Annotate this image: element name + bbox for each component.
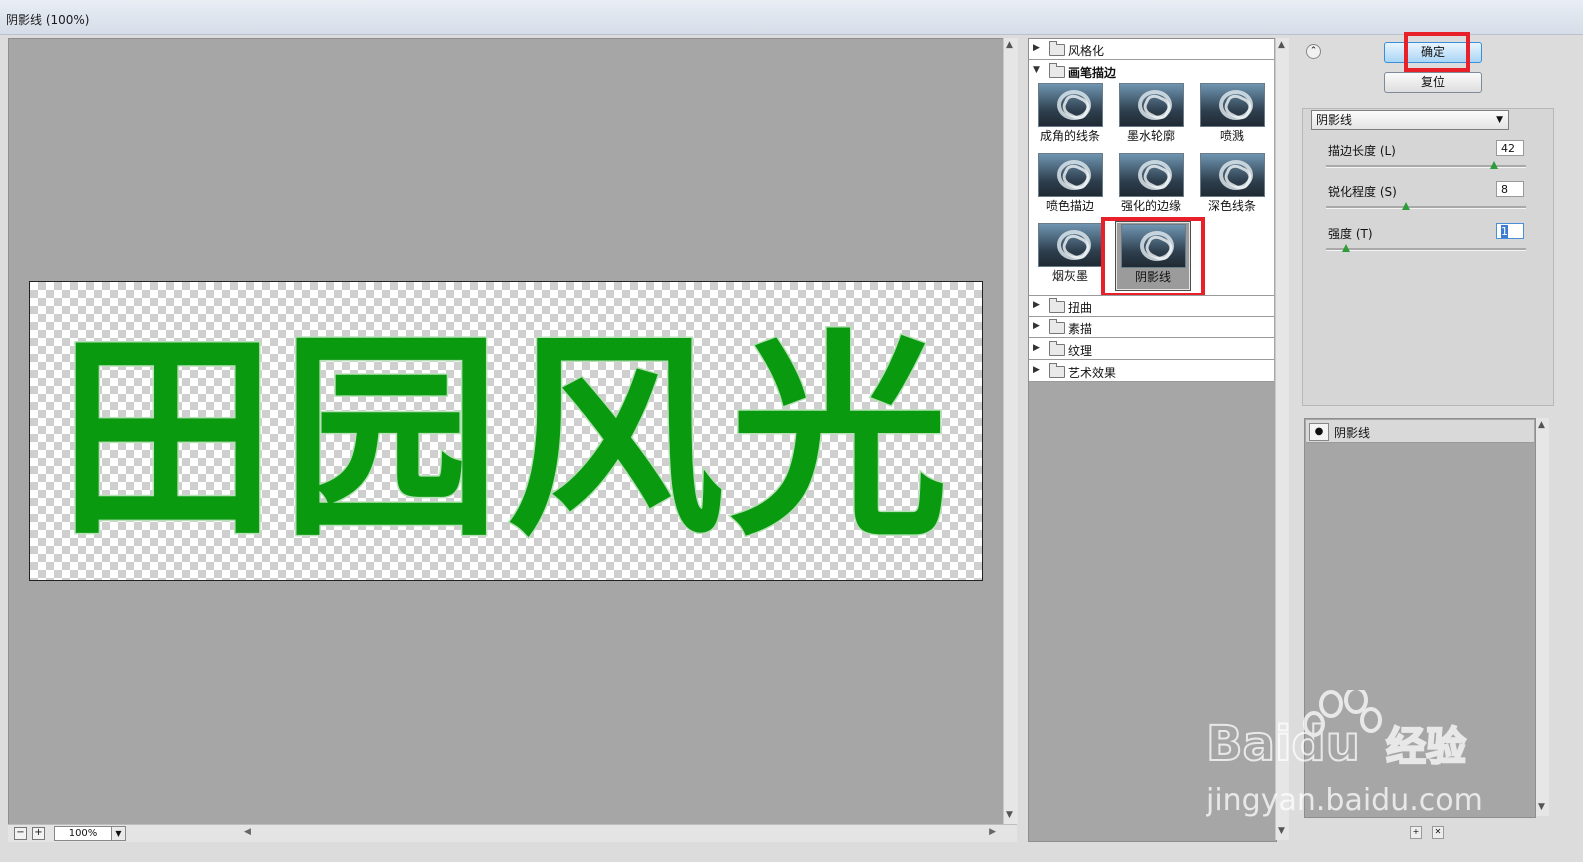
- scroll-right-icon[interactable]: ▶: [989, 827, 996, 837]
- scroll-down-icon[interactable]: ▼: [1278, 826, 1285, 836]
- sharpness-input[interactable]: 8: [1496, 181, 1524, 197]
- stroke-length-input[interactable]: 42: [1496, 140, 1524, 156]
- filter-label: 烟灰墨: [1051, 269, 1088, 283]
- window-title: 阴影线 (100%): [6, 13, 90, 27]
- stroke-length-slider[interactable]: [1326, 161, 1526, 169]
- effect-layer-label: 阴影线: [1334, 426, 1371, 440]
- selected-filter-highlight: [1101, 217, 1205, 297]
- slider-knob[interactable]: [1402, 202, 1410, 210]
- gallery-list: ▶ 风格化 ▼ 画笔描边 成角的线条 墨水轮廓 喷溅 喷色描边 强化的边缘 深色…: [1029, 39, 1274, 382]
- scroll-down-icon[interactable]: ▼: [1538, 802, 1545, 812]
- collapse-arrow-icon[interactable]: ▼: [1033, 65, 1040, 75]
- filter-label: 成角的线条: [1039, 129, 1100, 143]
- stroke-length-label: 描边长度 (L): [1328, 144, 1396, 158]
- zoom-level-field[interactable]: 100%: [54, 826, 112, 841]
- filter-preview-image: [1119, 83, 1184, 127]
- collapse-gallery-icon[interactable]: ⌃: [1306, 44, 1321, 59]
- category-texture[interactable]: ▶ 纹理: [1029, 339, 1274, 360]
- category-label: 风格化: [1068, 44, 1105, 58]
- folder-open-icon: [1049, 63, 1065, 78]
- folder-icon: [1049, 363, 1065, 378]
- window-titlebar: 阴影线 (100%): [0, 0, 1583, 35]
- filter-preview-image: [1038, 83, 1103, 127]
- category-distort[interactable]: ▶ 扭曲: [1029, 295, 1274, 317]
- preview-text: 田园风光: [58, 313, 954, 566]
- filter-preview-image: [1200, 153, 1265, 197]
- category-artistic[interactable]: ▶ 艺术效果: [1029, 361, 1274, 382]
- eye-visibility-icon[interactable]: ●: [1309, 423, 1329, 441]
- folder-icon: [1049, 298, 1065, 313]
- strength-slider[interactable]: [1326, 244, 1526, 252]
- filter-preview-image: [1200, 83, 1265, 127]
- filter-thumb-spatter[interactable]: 喷溅: [1199, 83, 1265, 145]
- expand-arrow-icon[interactable]: ▶: [1033, 321, 1040, 331]
- effect-layer-row[interactable]: ● 阴影线: [1306, 420, 1534, 443]
- reset-button[interactable]: 复位: [1384, 72, 1482, 93]
- filter-label: 喷溅: [1219, 129, 1244, 143]
- category-label: 素描: [1068, 322, 1093, 336]
- category-label: 画笔描边: [1068, 66, 1117, 80]
- slider-knob[interactable]: [1342, 244, 1350, 252]
- scroll-down-icon[interactable]: ▼: [1006, 810, 1013, 820]
- dropdown-arrow-icon[interactable]: ▼: [1496, 111, 1503, 129]
- zoom-out-button[interactable]: −: [14, 827, 27, 840]
- scroll-up-icon[interactable]: ▲: [1006, 40, 1013, 50]
- filter-label: 深色线条: [1207, 199, 1256, 213]
- filter-preview-image: [1038, 223, 1103, 267]
- sharpness-label: 锐化程度 (S): [1328, 185, 1397, 199]
- expand-arrow-icon[interactable]: ▶: [1033, 43, 1040, 53]
- preview-text-art: 田园风光: [57, 312, 954, 568]
- expand-arrow-icon[interactable]: ▶: [1033, 343, 1040, 353]
- expand-arrow-icon[interactable]: ▶: [1033, 365, 1040, 375]
- filter-label: 喷色描边: [1045, 199, 1094, 213]
- filter-preview-image: [1119, 153, 1184, 197]
- folder-icon: [1049, 319, 1065, 334]
- expand-arrow-icon[interactable]: ▶: [1033, 300, 1040, 310]
- layers-scrollbar[interactable]: ▲ ▼: [1536, 418, 1549, 816]
- preview-canvas: 田园风光: [29, 281, 983, 581]
- filter-select[interactable]: 阴影线 ▼: [1311, 110, 1509, 130]
- category-label: 扭曲: [1068, 301, 1093, 315]
- category-label: 艺术效果: [1068, 366, 1117, 380]
- sharpness-slider[interactable]: [1326, 202, 1526, 210]
- preview-horizontal-scrollbar[interactable]: ◀ ▶: [240, 827, 1000, 839]
- folder-icon: [1049, 41, 1065, 56]
- watermark-brand: Baidu: [1206, 716, 1360, 772]
- baidu-jingyan-watermark: Baidu 经验 jingyan.baidu.com: [1205, 686, 1506, 820]
- baidu-paw-logo: Baidu 经验 jingyan.baidu.com: [1205, 686, 1483, 818]
- slider-knob[interactable]: [1490, 161, 1498, 169]
- category-brush-strokes[interactable]: ▼ 画笔描边: [1029, 61, 1274, 81]
- zoom-dropdown-icon[interactable]: ▼: [111, 826, 126, 841]
- ok-button-highlight: [1404, 32, 1470, 72]
- new-effect-layer-icon[interactable]: +: [1410, 826, 1422, 839]
- filter-thumb-ink-outlines[interactable]: 墨水轮廓: [1118, 83, 1184, 145]
- filter-thumb-sumi-e[interactable]: 烟灰墨: [1037, 223, 1103, 285]
- filter-thumb-dark-strokes[interactable]: 深色线条: [1199, 153, 1265, 215]
- preview-statusbar: − + 100% ▼ ◀ ▶: [8, 824, 1017, 842]
- scroll-up-icon[interactable]: ▲: [1278, 40, 1285, 50]
- category-stylize[interactable]: ▶ 风格化: [1029, 39, 1274, 60]
- filter-label: 墨水轮廓: [1126, 129, 1175, 143]
- strength-label: 强度 (T): [1328, 227, 1373, 241]
- zoom-in-button[interactable]: +: [32, 827, 45, 840]
- filter-thumb-angled-strokes[interactable]: 成角的线条: [1037, 83, 1103, 145]
- filter-thumb-sprayed-strokes[interactable]: 喷色描边: [1037, 153, 1103, 215]
- category-label: 纹理: [1068, 344, 1093, 358]
- watermark-product: 经验: [1386, 724, 1466, 770]
- strength-value: 1: [1501, 225, 1508, 238]
- scroll-up-icon[interactable]: ▲: [1538, 420, 1545, 430]
- category-sketch[interactable]: ▶ 素描: [1029, 317, 1274, 338]
- filter-preview-image: [1038, 153, 1103, 197]
- scroll-left-icon[interactable]: ◀: [244, 827, 251, 837]
- filter-select-value: 阴影线: [1316, 113, 1353, 127]
- filter-label: 强化的边缘: [1120, 199, 1181, 213]
- folder-icon: [1049, 341, 1065, 356]
- preview-vertical-scrollbar[interactable]: ▲ ▼: [1003, 38, 1018, 824]
- filter-thumb-accented-edges[interactable]: 强化的边缘: [1118, 153, 1184, 215]
- preview-area[interactable]: 田园风光: [8, 38, 1004, 826]
- strength-input[interactable]: 1: [1496, 223, 1524, 239]
- delete-effect-layer-icon[interactable]: ✕: [1432, 826, 1444, 839]
- watermark-url: jingyan.baidu.com: [1206, 783, 1483, 818]
